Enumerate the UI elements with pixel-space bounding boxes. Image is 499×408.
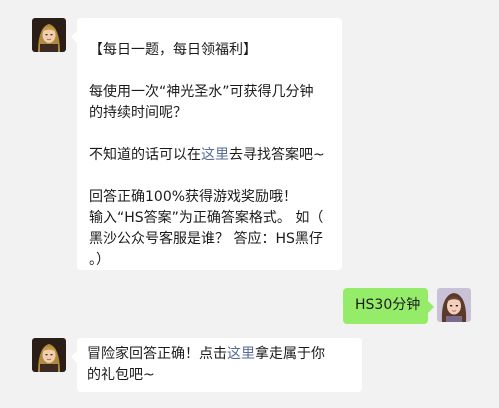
user-avatar[interactable] [437, 288, 471, 322]
bot-avatar-image [32, 338, 66, 372]
question-text-line: 的持续时间呢？ [89, 105, 187, 121]
reply-prefix: 冒险家回答正确！点击 [87, 346, 227, 362]
reply-line: 的礼包吧~ [87, 367, 155, 383]
bot-avatar[interactable] [32, 18, 66, 52]
question-title: 【每日一题，每日领福利】 [89, 42, 257, 58]
bot-avatar[interactable] [32, 338, 66, 372]
reply-bubble: 冒险家回答正确！点击这里拿走属于你 的礼包吧~ [71, 338, 362, 392]
answer-hint-link[interactable]: 这里 [201, 147, 229, 163]
answer-bubble: HS30分钟 [343, 288, 434, 324]
reward-line: 回答正确100%获得游戏奖励哦！ [89, 189, 298, 205]
hint-line: 不知道的话可以在这里去寻找答案吧~ [89, 145, 332, 166]
reply-line: 冒险家回答正确！点击这里拿走属于你 [87, 344, 362, 365]
question-text-line: 每使用一次“神光圣水”可获得几分钟 [89, 84, 314, 100]
gift-link[interactable]: 这里 [227, 346, 255, 362]
question-bubble: 【每日一题，每日领福利】 每使用一次“神光圣水”可获得几分钟 的持续时间呢？ 不… [71, 18, 342, 270]
hint-prefix: 不知道的话可以在 [89, 147, 201, 163]
hint-suffix: 去寻找答案吧~ [229, 147, 325, 163]
format-line: 。） [89, 252, 110, 268]
format-line: 黑沙公众号客服是谁？ 答应：HS黑仔 [89, 231, 323, 247]
answer-text: HS30分钟 [355, 297, 421, 313]
user-avatar-image [437, 288, 471, 322]
bot-avatar-image [32, 18, 66, 52]
reply-suffix: 拿走属于你 [255, 346, 325, 362]
format-line: 输入“HS答案”为正确答案格式。 如（ [89, 210, 324, 226]
